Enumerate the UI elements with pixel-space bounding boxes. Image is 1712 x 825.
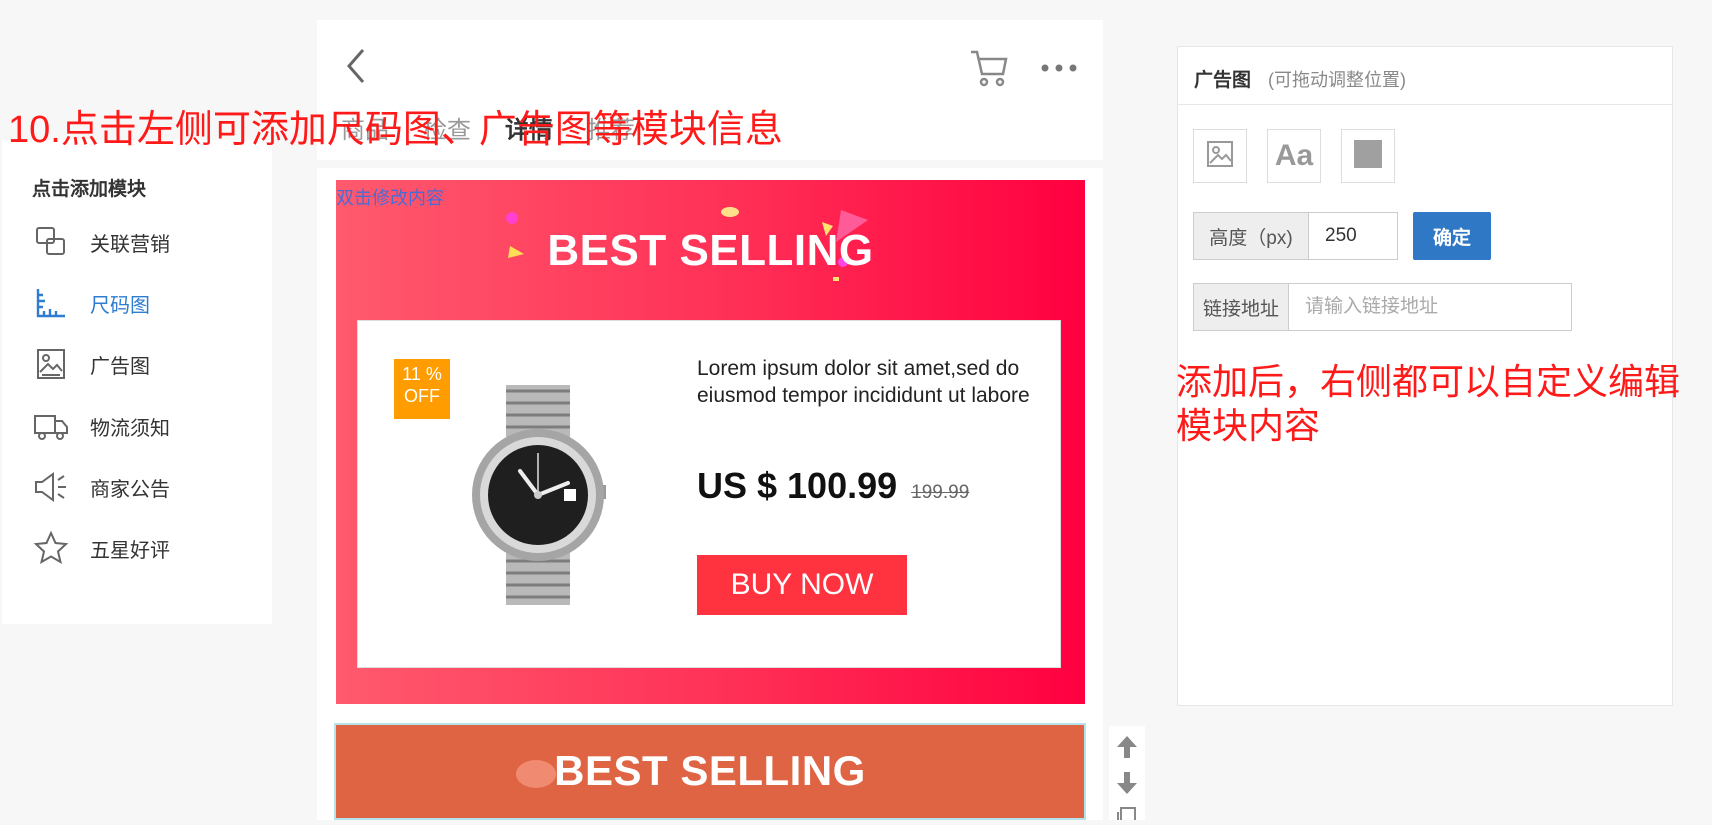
copy-icon[interactable] bbox=[1115, 806, 1139, 825]
add-text-button[interactable]: Aa bbox=[1267, 129, 1321, 183]
module-item-label: 尺码图 bbox=[90, 294, 150, 317]
annotation-right: 添加后，右侧都可以自定义编辑模块内容 bbox=[1176, 361, 1681, 446]
banner-title: BEST SELLING bbox=[547, 226, 874, 275]
move-up-icon[interactable] bbox=[1115, 734, 1139, 765]
module-item-logistics[interactable]: 物流须知 bbox=[32, 404, 262, 448]
text-icon: Aa bbox=[1274, 139, 1314, 172]
module-item-label: 五星好评 bbox=[90, 539, 170, 562]
add-shape-button[interactable] bbox=[1341, 129, 1395, 183]
module-item-label: 关联营销 bbox=[90, 233, 170, 256]
link-label: 链接地址 bbox=[1193, 283, 1289, 331]
star-icon bbox=[32, 529, 70, 567]
module-panel: 点击添加模块 关联营销 尺码图 广告图 物流须知 商家公告 五星好评 bbox=[2, 140, 272, 624]
config-panel-header: 广告图 (可拖动调整位置) bbox=[1178, 47, 1672, 105]
config-panel-subtitle: (可拖动调整位置) bbox=[1268, 70, 1406, 90]
module-panel-title: 点击添加模块 bbox=[32, 179, 147, 200]
module-item-label: 广告图 bbox=[90, 355, 150, 378]
module-item-size-chart[interactable]: 尺码图 bbox=[32, 281, 262, 325]
move-down-icon[interactable] bbox=[1115, 770, 1139, 801]
add-image-button[interactable] bbox=[1193, 129, 1247, 183]
megaphone-icon bbox=[32, 468, 70, 506]
discount-off-label: OFF bbox=[404, 386, 440, 406]
price-row: US $ 100.99 199.99 bbox=[697, 465, 969, 507]
original-price: 199.99 bbox=[911, 482, 970, 503]
truck-icon bbox=[32, 407, 70, 445]
module-item-label: 物流须知 bbox=[90, 417, 170, 440]
image-icon bbox=[1205, 139, 1235, 174]
block-tools bbox=[1109, 726, 1145, 823]
watch-image bbox=[458, 385, 618, 605]
banner-title: BEST SELLING bbox=[554, 747, 866, 794]
module-item-label: 商家公告 bbox=[90, 478, 170, 501]
image-icon bbox=[32, 345, 70, 383]
module-item-ad-image[interactable]: 广告图 bbox=[32, 342, 262, 386]
buy-now-button[interactable]: BUY NOW bbox=[697, 555, 907, 615]
product-price: US $ 100.99 bbox=[697, 465, 898, 506]
link-input[interactable] bbox=[1288, 283, 1572, 331]
cart-icon[interactable] bbox=[967, 46, 1011, 90]
ruler-icon bbox=[32, 284, 70, 322]
link-modules-icon bbox=[32, 223, 70, 261]
discount-percent: 11 % bbox=[402, 364, 442, 384]
confirm-button[interactable]: 确定 bbox=[1413, 212, 1491, 260]
discount-badge: 11 % OFF bbox=[394, 359, 450, 419]
height-input[interactable] bbox=[1308, 212, 1398, 260]
product-description: Lorem ipsum dolor sit amet,sed do eiusmo… bbox=[697, 357, 1030, 407]
module-item-announcement[interactable]: 商家公告 bbox=[32, 465, 262, 509]
module-item-related-marketing[interactable]: 关联营销 bbox=[32, 220, 262, 264]
config-panel-title: 广告图 bbox=[1194, 70, 1252, 91]
module-item-five-star[interactable]: 五星好评 bbox=[32, 526, 262, 570]
square-icon bbox=[1353, 139, 1383, 174]
product-card: 11 % OFF Lorem ipsum dolor sit amet,sed … bbox=[357, 320, 1061, 668]
ad-banner-selected[interactable]: BEST SELLING bbox=[334, 723, 1086, 820]
more-icon[interactable] bbox=[1037, 58, 1081, 78]
ad-banner[interactable]: 双击修改内容 BEST SELLING 11 % OFF Lorem ipsum… bbox=[336, 180, 1085, 704]
preview-canvas: 双击修改内容 BEST SELLING 11 % OFF Lorem ipsum… bbox=[317, 168, 1103, 820]
annotation-left: 10.点击左侧可添加尺码图、广告图等模块信息 bbox=[8, 109, 783, 151]
height-label: 高度（px) bbox=[1193, 212, 1309, 260]
back-icon[interactable] bbox=[337, 44, 377, 88]
